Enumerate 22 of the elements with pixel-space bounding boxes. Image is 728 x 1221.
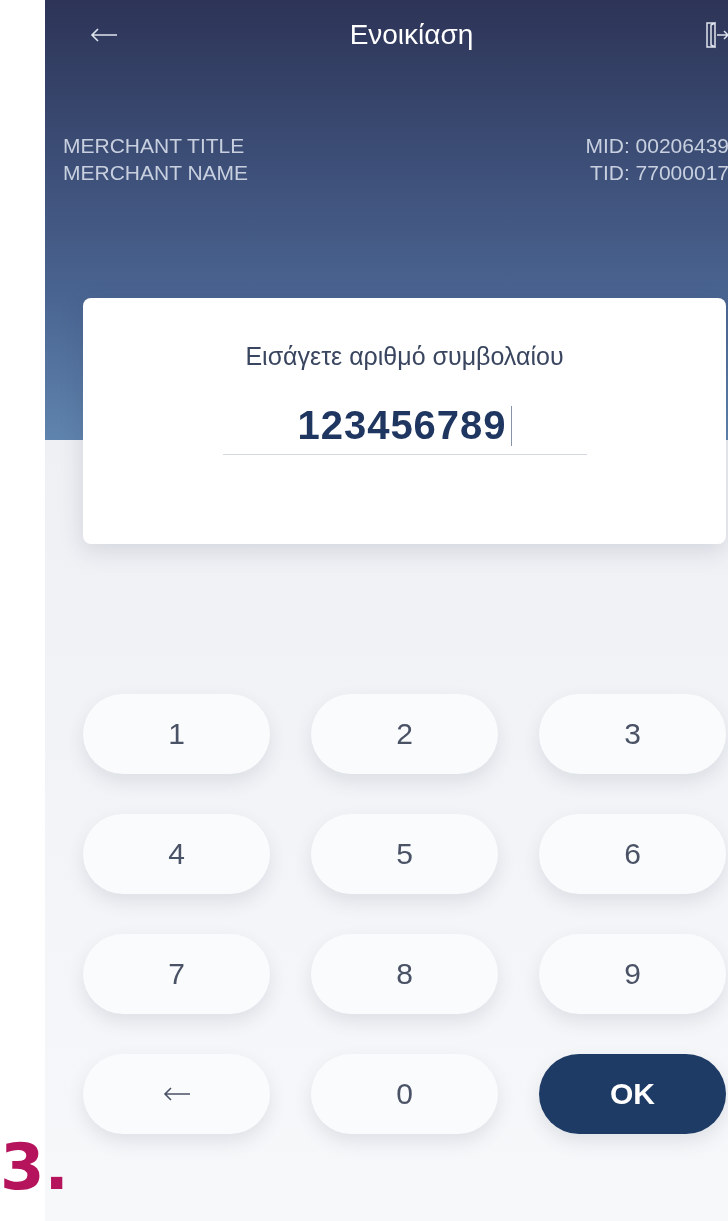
digit-key[interactable]: 6 [539, 814, 726, 894]
merchant-title: MERCHANT TITLE [63, 133, 245, 159]
figure-label: 3. [0, 1130, 69, 1204]
contract-label: Εισάγετε αριθμό συμβολαίου [245, 342, 564, 371]
digit-key[interactable]: 4 [83, 814, 270, 894]
terminal-id: TID: 77000017 [590, 160, 728, 186]
merchant-id: MID: 00206439 [585, 133, 728, 159]
digit-key[interactable]: 3 [539, 694, 726, 774]
digit-key[interactable]: 1 [83, 694, 270, 774]
digit-key[interactable]: 0 [311, 1054, 498, 1134]
digit-key[interactable]: 8 [311, 934, 498, 1014]
screen-title: Ενοικίαση [349, 19, 474, 51]
digit-key[interactable]: 2 [311, 694, 498, 774]
merchant-name: MERCHANT NAME [63, 160, 249, 186]
logout-icon[interactable] [705, 21, 728, 49]
contract-number-field[interactable]: 123456789 [222, 397, 587, 455]
digit-key[interactable]: 5 [311, 814, 498, 894]
digit-key[interactable]: 9 [539, 934, 726, 1014]
ok-button[interactable]: OK [539, 1054, 726, 1134]
arrow-left-icon [162, 1087, 191, 1101]
back-icon[interactable] [90, 28, 118, 42]
digit-key[interactable]: 7 [83, 934, 270, 1014]
